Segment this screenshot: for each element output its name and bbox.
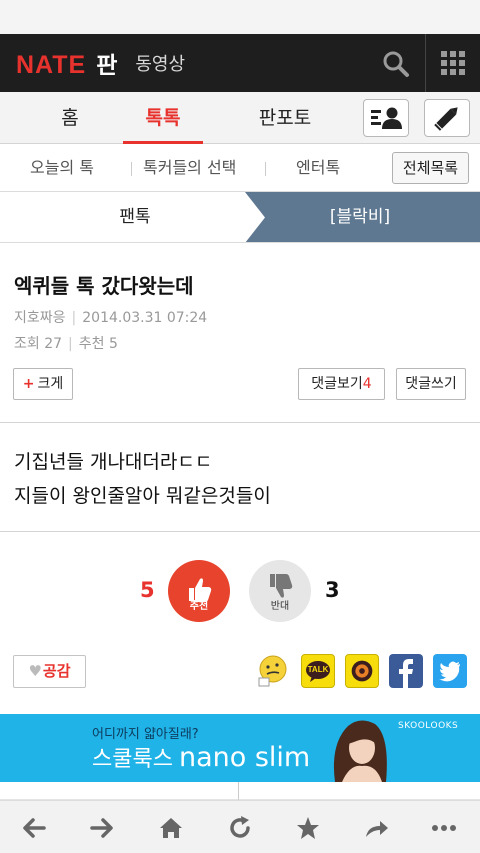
- more-dots-icon[interactable]: [430, 814, 458, 842]
- nav-divider: [425, 34, 426, 92]
- user-list-icon: [371, 107, 402, 129]
- all-list-button[interactable]: 전체목록: [392, 152, 469, 184]
- view-comments-label: 댓글보기: [311, 376, 363, 392]
- oppose-count: 3: [325, 578, 340, 602]
- share-arrow-icon[interactable]: [362, 814, 390, 842]
- article-header: 엑퀴들 톡 갔다왓는데 지호짜응 | 2014.03.31 07:24 조회 27 |…: [0, 243, 480, 423]
- view-comments-button[interactable]: 댓글보기4: [298, 368, 385, 400]
- ad-model-image: [333, 720, 387, 782]
- category-blockb[interactable]: [블락비]: [300, 192, 420, 242]
- font-bigger-button[interactable]: + 크게: [13, 368, 73, 400]
- facebook-icon[interactable]: [389, 654, 423, 688]
- ad-brand-logo: SKOOLOOKS: [398, 721, 459, 731]
- article-recommends: 추천 5: [78, 336, 118, 352]
- empathy-label: 공감: [42, 662, 71, 680]
- ad-brand-ko: 스쿨룩스: [92, 747, 173, 772]
- recommend-count: 5: [140, 578, 155, 602]
- empathy-button[interactable]: ♥공감: [13, 655, 86, 688]
- nate-pan-logo[interactable]: NATE 판: [16, 46, 117, 80]
- thumbs-down-icon: [270, 574, 293, 598]
- bookmark-star-icon[interactable]: [294, 814, 322, 842]
- ad-headline: 스쿨룩스 nano slim: [92, 741, 310, 773]
- advertisement-banner[interactable]: 어디까지 얇아질래? 스쿨룩스 nano slim SKOOLOOKS: [0, 714, 480, 782]
- pencil-icon: [434, 107, 458, 131]
- oppose-button[interactable]: 반대: [249, 560, 311, 622]
- refresh-icon[interactable]: [226, 814, 254, 842]
- back-arrow-icon[interactable]: [20, 814, 48, 842]
- subnav-today-talk[interactable]: 오늘의 톡: [30, 144, 94, 192]
- twitter-icon[interactable]: [433, 654, 467, 688]
- tab-toktok[interactable]: 톡톡: [123, 92, 203, 144]
- comment-count: 4: [362, 376, 372, 392]
- tab-panphoto[interactable]: 판포토: [245, 92, 325, 144]
- subnav-separator: [131, 162, 132, 176]
- emoji-icon[interactable]: [256, 654, 290, 688]
- status-bar: [0, 0, 480, 34]
- article-views: 조회 27: [14, 336, 63, 352]
- sub-navigation: 오늘의 톡 톡커들의 선택 엔터톡 전체목록: [0, 144, 480, 192]
- apps-grid-icon[interactable]: [441, 51, 465, 75]
- category-fantalk[interactable]: 팬톡: [75, 192, 195, 242]
- logo-pan: 판: [96, 53, 118, 79]
- forward-arrow-icon[interactable]: [88, 814, 116, 842]
- article-body: 기집년들 개나대더라ㄷㄷ 지들이 왕인줄알아 뭐같은것들이: [0, 423, 480, 532]
- subnav-separator: [265, 162, 266, 176]
- subnav-talkers-choice[interactable]: 톡커들의 선택: [143, 144, 236, 192]
- tab-home[interactable]: 홈: [40, 92, 100, 144]
- body-line: 지들이 왕인줄알아 뭐같은것들이: [14, 485, 271, 507]
- ad-product: nano slim: [178, 742, 311, 773]
- plus-icon: +: [22, 376, 35, 392]
- kakaostory-icon[interactable]: [345, 654, 379, 688]
- oppose-label: 반대: [270, 601, 290, 612]
- below-ad-strip: [0, 782, 480, 800]
- subnav-enter-talk[interactable]: 엔터톡: [296, 144, 340, 192]
- logo-nate: NATE: [16, 51, 87, 79]
- ad-tagline: 어디까지 얇아질래?: [92, 727, 199, 742]
- heart-icon: ♥: [28, 662, 42, 680]
- write-button[interactable]: [424, 99, 470, 137]
- kakaotalk-text: TALK: [307, 665, 329, 674]
- share-section: ♥공감 TALK: [0, 632, 480, 716]
- article-meta-stats: 조회 27 | 추천 5: [14, 336, 118, 352]
- my-profile-button[interactable]: [363, 99, 409, 137]
- recommend-button[interactable]: 추천: [168, 560, 230, 622]
- body-line: 기집년들 개나대더라ㄷㄷ: [14, 451, 213, 473]
- video-link[interactable]: 동영상: [135, 50, 185, 76]
- kakaotalk-icon[interactable]: TALK: [301, 654, 335, 688]
- article-author[interactable]: 지호짜응: [14, 310, 66, 326]
- search-icon[interactable]: [380, 48, 412, 80]
- recommend-label: 추천: [189, 601, 209, 612]
- top-navbar: NATE 판 동영상: [0, 34, 480, 92]
- thumbs-up-icon: [189, 578, 212, 602]
- vote-section: 5 추천 반대 3: [0, 532, 480, 632]
- write-comment-button[interactable]: 댓글쓰기: [396, 368, 466, 400]
- article-title: 엑퀴들 톡 갔다왓는데: [14, 274, 194, 298]
- home-icon[interactable]: [157, 814, 185, 842]
- article-meta-author-date: 지호짜응 | 2014.03.31 07:24: [14, 310, 208, 326]
- bigger-label: 크게: [37, 376, 64, 392]
- browser-toolbar: [0, 800, 480, 853]
- main-tabs: 홈 톡톡 판포토: [0, 92, 480, 144]
- strip-divider: [238, 782, 239, 800]
- category-bar: 팬톡 [블락비]: [0, 192, 480, 243]
- article-date: 2014.03.31 07:24: [82, 310, 208, 326]
